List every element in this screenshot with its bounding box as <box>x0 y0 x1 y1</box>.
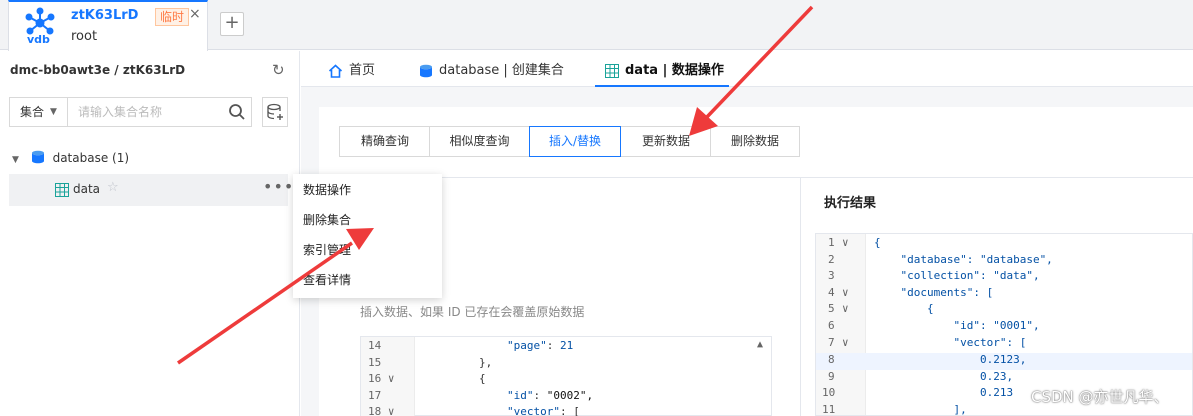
instance-path: dmc-bb0awt3e / ztK63LrD <box>10 63 186 77</box>
sidebar: dmc-bb0awt3e / ztK63LrD ↻ 集合 ▼ 请输入集合名称 ▼… <box>0 51 300 416</box>
code-line: "documents": [ <box>874 286 994 299</box>
fold-icon[interactable]: ∨ <box>842 336 849 349</box>
line-number: 15 <box>368 356 382 369</box>
table-icon <box>55 183 69 197</box>
tab-home-label: 首页 <box>349 63 376 78</box>
insert-hint: 插入数据、如果 ID 已存在会覆盖原始数据 <box>360 305 585 319</box>
code-line: "vector": [ <box>874 336 1027 349</box>
refresh-icon[interactable]: ↻ <box>272 61 285 79</box>
context-menu: 数据操作 删除集合 索引管理 查看详情 <box>293 174 442 298</box>
code-line: { <box>874 236 881 249</box>
tab-similarity-query[interactable]: 相似度查询 <box>429 126 530 157</box>
menu-item-view-details[interactable]: 查看详情 <box>303 271 351 288</box>
line-number: 14 <box>368 339 382 352</box>
line-number: 4 <box>828 286 835 299</box>
tab-create-collection[interactable]: database | 创建集合 <box>419 51 564 87</box>
code-line: 0.2123, <box>874 353 1027 366</box>
tab-home[interactable]: 首页 <box>328 51 375 87</box>
fold-icon[interactable]: ∨ <box>842 286 849 299</box>
divider <box>319 177 1193 178</box>
main-tab-bar: 首页 database | 创建集合 data | 数据操作 <box>301 51 1193 87</box>
divider <box>800 177 801 416</box>
tab-update-data[interactable]: 更新数据 <box>620 126 712 157</box>
more-icon[interactable]: ••• <box>263 177 294 196</box>
tab-exact-query[interactable]: 精确查询 <box>339 126 431 157</box>
line-number: 6 <box>828 319 835 332</box>
line-number: 1 <box>828 236 835 249</box>
menu-item-data-operation[interactable]: 数据操作 <box>303 181 351 198</box>
database-icon <box>31 150 44 164</box>
tree-database-node[interactable]: ▼ database (1) <box>12 150 129 165</box>
create-collection-button[interactable] <box>262 97 288 127</box>
fold-icon[interactable]: ∨ <box>842 302 849 315</box>
code-line: }, <box>479 356 493 369</box>
line-number: 16 ∨ <box>368 372 395 385</box>
code-line: { <box>479 372 486 385</box>
line-number: 9 <box>828 370 835 383</box>
home-icon <box>328 63 343 78</box>
collection-search: 集合 ▼ 请输入集合名称 <box>9 97 252 127</box>
star-icon[interactable]: ☆ <box>107 180 119 195</box>
line-number: 18 ∨ <box>368 405 395 416</box>
line-number: 5 <box>828 302 835 315</box>
code-line: 0.213 <box>874 386 1014 399</box>
database-name: database (1) <box>52 151 130 165</box>
database-add-icon <box>267 103 283 120</box>
code-line: "database": "database", <box>874 253 1053 266</box>
database-icon <box>420 64 432 77</box>
caret-down-icon: ▼ <box>50 107 57 117</box>
code-line: ], <box>874 403 967 416</box>
tab-data-operation[interactable]: data | 数据操作 <box>595 51 729 87</box>
line-number: 8 <box>828 353 835 366</box>
code-line: "vector": [ <box>507 405 580 416</box>
fold-icon[interactable]: ∨ <box>842 236 849 249</box>
table-icon <box>605 63 619 78</box>
line-number: 17 <box>368 389 382 402</box>
code-line: "collection": "data", <box>874 269 1040 282</box>
search-type-select[interactable]: 集合 <box>10 98 68 126</box>
menu-item-index-management[interactable]: 索引管理 <box>303 241 351 258</box>
line-number: 3 <box>828 269 835 282</box>
tab-insert-replace[interactable]: 插入/替换 <box>529 126 621 157</box>
collection-search-input[interactable]: 请输入集合名称 <box>78 98 218 126</box>
collection-name: data <box>73 182 101 196</box>
tab-delete-data[interactable]: 删除数据 <box>710 126 800 157</box>
connection-user: root <box>71 29 98 44</box>
menu-item-delete-collection[interactable]: 删除集合 <box>303 211 351 228</box>
request-editor[interactable]: 14 15 16 ∨ 17 18 ∨ "page": 21 }, { "id":… <box>360 336 772 416</box>
search-type-label: 集合 <box>20 105 45 119</box>
search-icon[interactable] <box>228 103 246 121</box>
code-line: 0.23, <box>874 370 1014 383</box>
code-line: "id": "0001", <box>874 319 1040 332</box>
connection-tab-bar: vdb ztK63LrD 临时 × root + <box>0 0 1193 51</box>
line-number: 10 <box>822 386 836 399</box>
line-number: 7 <box>828 336 835 349</box>
operation-panel: 精确查询 相似度查询 插入/替换 更新数据 删除数据 插入数据、如果 ID 已存… <box>319 107 1193 416</box>
close-icon[interactable]: × <box>189 6 201 22</box>
connection-name: ztK63LrD <box>71 8 139 23</box>
temporary-badge: 临时 <box>155 8 190 26</box>
result-title: 执行结果 <box>824 196 877 211</box>
tab-data-operation-label: data | 数据操作 <box>625 63 724 78</box>
tab-create-collection-label: database | 创建集合 <box>439 63 564 78</box>
connection-tab[interactable]: vdb ztK63LrD 临时 × root <box>8 0 208 51</box>
code-line: "page": 21 <box>507 339 574 352</box>
watermark: CSDN @亦世凡华、 <box>1031 388 1169 406</box>
code-line: "id": "0002", <box>507 389 594 402</box>
line-number: 11 <box>822 403 836 416</box>
line-number: 2 <box>828 253 835 266</box>
expand-arrow-icon[interactable]: ▼ <box>12 155 19 165</box>
add-connection-button[interactable]: + <box>220 12 244 36</box>
code-line: { <box>874 302 934 315</box>
logo-text: vdb <box>27 33 50 46</box>
tree-collection-node[interactable]: data ☆ ••• <box>9 174 293 206</box>
scroll-up-icon[interactable]: ▲ <box>757 339 763 350</box>
